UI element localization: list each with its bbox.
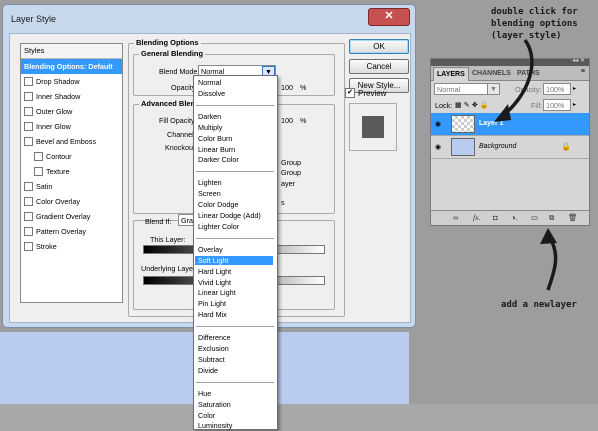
- arrow-to-layer: [498, 38, 534, 120]
- annotation-arrows: [494, 38, 558, 291]
- arrow-to-new-layer: [546, 237, 558, 291]
- arrowhead-icon: [494, 104, 511, 122]
- arrowhead-icon: [540, 228, 557, 244]
